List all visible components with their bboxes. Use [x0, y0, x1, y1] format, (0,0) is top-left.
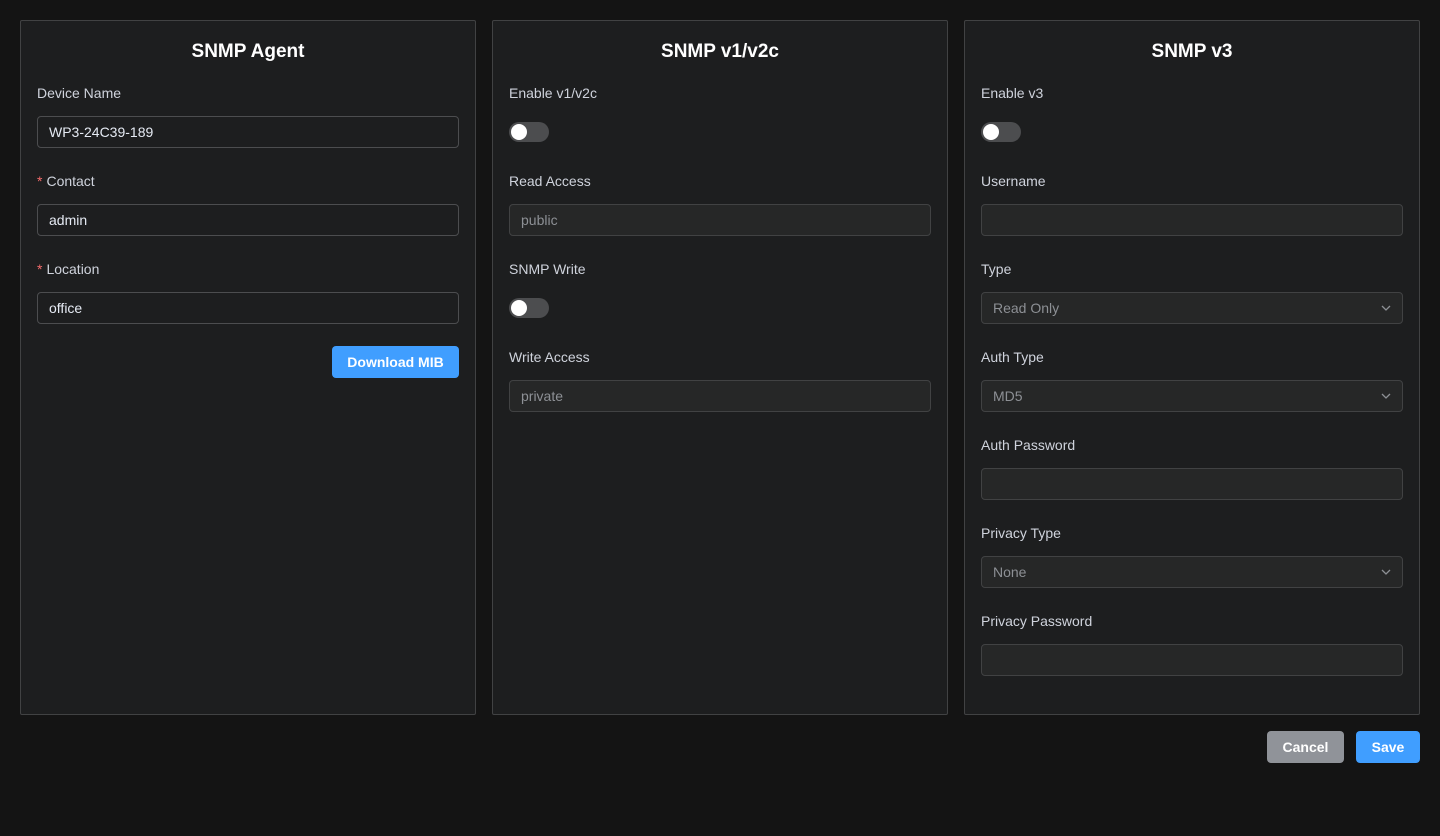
toggle-knob: [511, 124, 527, 140]
chevron-down-icon: [1381, 569, 1391, 575]
type-select[interactable]: Read Only: [981, 292, 1403, 324]
snmp-write-toggle[interactable]: [509, 298, 549, 318]
read-access-label: Read Access: [509, 173, 591, 189]
snmp-v1v2c-panel: SNMP v1/v2c Enable v1/v2c Read Access pu…: [492, 20, 948, 715]
write-access-input[interactable]: private: [509, 380, 931, 412]
location-input[interactable]: office: [37, 292, 459, 324]
auth-type-label: Auth Type: [981, 349, 1044, 365]
privacy-password-input[interactable]: [981, 644, 1403, 676]
snmp-settings-page: SNMP Agent Device Name WP3-24C39-189 * Co…: [0, 0, 1440, 836]
username-input[interactable]: [981, 204, 1403, 236]
privacy-password-label: Privacy Password: [981, 613, 1093, 629]
type-label: Type: [981, 261, 1012, 277]
toggle-knob: [983, 124, 999, 140]
auth-type-select[interactable]: MD5: [981, 380, 1403, 412]
device-name-label: Device Name: [37, 85, 122, 101]
toggle-knob: [511, 300, 527, 316]
required-mark: *: [37, 173, 43, 189]
save-button[interactable]: Save: [1356, 731, 1420, 763]
snmp-v1v2c-title: SNMP v1/v2c: [661, 41, 779, 62]
chevron-down-icon: [1381, 305, 1391, 311]
privacy-type-label: Privacy Type: [981, 525, 1061, 541]
contact-input[interactable]: admin: [37, 204, 459, 236]
snmp-agent-panel: SNMP Agent Device Name WP3-24C39-189 * Co…: [20, 20, 476, 715]
auth-type-select-value: MD5: [993, 388, 1023, 404]
enable-v1v2c-label: Enable v1/v2c: [509, 85, 597, 101]
write-access-label: Write Access: [509, 349, 590, 365]
contact-label: * Contact: [37, 173, 95, 189]
auth-password-label: Auth Password: [981, 437, 1076, 453]
enable-v1v2c-toggle[interactable]: [509, 122, 549, 142]
cancel-button[interactable]: Cancel: [1267, 731, 1344, 763]
auth-password-input[interactable]: [981, 468, 1403, 500]
location-label: * Location: [37, 261, 99, 277]
snmp-v3-panel: SNMP v3 Enable v3 Username Type Read Onl…: [964, 20, 1420, 715]
chevron-down-icon: [1381, 393, 1391, 399]
read-access-input[interactable]: public: [509, 204, 931, 236]
privacy-type-select[interactable]: None: [981, 556, 1403, 588]
location-label-text: Location: [46, 261, 100, 277]
privacy-type-select-value: None: [993, 564, 1027, 580]
snmp-v3-title: SNMP v3: [1151, 41, 1233, 62]
username-label: Username: [981, 173, 1046, 189]
snmp-agent-title: SNMP Agent: [191, 41, 305, 62]
type-select-value: Read Only: [993, 300, 1060, 316]
enable-v3-toggle[interactable]: [981, 122, 1021, 142]
contact-label-text: Contact: [46, 173, 95, 189]
snmp-write-label: SNMP Write: [509, 261, 586, 277]
required-mark: *: [37, 261, 43, 277]
enable-v3-label: Enable v3: [981, 85, 1044, 101]
download-mib-button[interactable]: Download MIB: [332, 346, 459, 378]
device-name-input[interactable]: WP3-24C39-189: [37, 116, 459, 148]
